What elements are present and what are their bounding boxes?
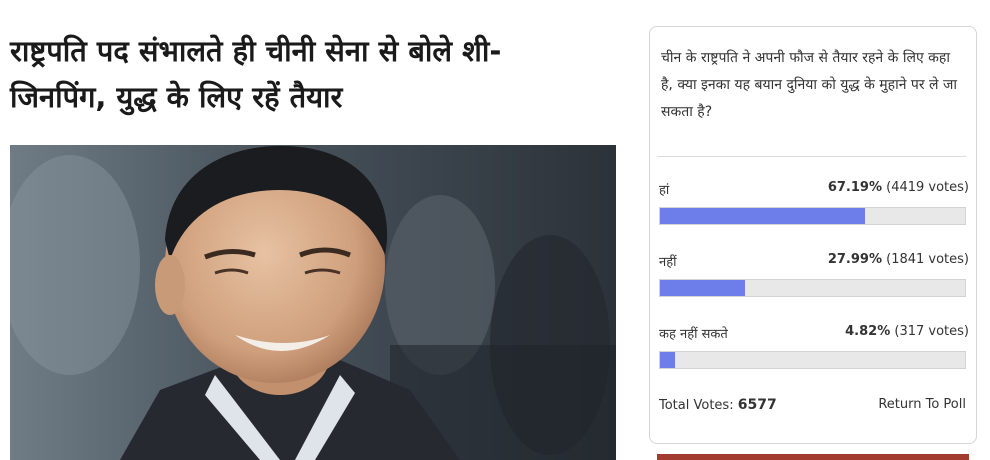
- poll-bar-track: [659, 207, 966, 225]
- article-photo: [10, 145, 616, 460]
- total-votes: Total Votes: 6577: [659, 397, 777, 413]
- headline-line-1: राष्ट्रपति पद संभालते ही चीनी सेना से बो…: [10, 34, 502, 68]
- poll-answer-label: हां: [659, 183, 670, 198]
- poll-footer: Total Votes: 6577 Return To Poll: [659, 395, 966, 417]
- poll-answer-votes: (4419 votes): [886, 180, 969, 195]
- poll-widget: चीन के राष्ट्रपति ने अपनी फौज से तैयार र…: [649, 26, 977, 444]
- total-votes-value: 6577: [737, 397, 777, 413]
- poll-divider: [657, 156, 966, 157]
- poll-answer-stats: 4.82% (317 votes): [845, 324, 969, 339]
- article-headline: राष्ट्रपति पद संभालते ही चीनी सेना से बो…: [10, 28, 610, 120]
- poll-answer-yes: हां 67.19% (4419 votes): [659, 180, 969, 230]
- poll-answer-percent: 27.99%: [827, 252, 882, 267]
- poll-answer-label: कह नहीं सकते: [659, 327, 728, 342]
- poll-bar-fill: [660, 280, 746, 296]
- return-to-poll-link[interactable]: Return To Poll: [878, 397, 966, 412]
- poll-answer-stats: 67.19% (4419 votes): [828, 180, 969, 195]
- headline-line-2: जिनपिंग, युद्ध के लिए रहें तैयार: [10, 80, 343, 114]
- poll-answer-stats: 27.99% (1841 votes): [828, 252, 969, 267]
- poll-answer-votes: (1841 votes): [886, 252, 969, 267]
- poll-bar-fill: [660, 352, 675, 368]
- poll-answer-label: नहीं: [659, 255, 677, 270]
- poll-answer-percent: 4.82%: [845, 324, 891, 339]
- poll-bar-track: [659, 351, 966, 369]
- poll-question: चीन के राष्ट्रपति ने अपनी फौज से तैयार र…: [661, 50, 958, 120]
- accent-strip: [657, 454, 969, 460]
- poll-bar-fill: [660, 208, 865, 224]
- poll-bar-track: [659, 279, 966, 297]
- poll-answer-cant-say: कह नहीं सकते 4.82% (317 votes): [659, 324, 969, 374]
- total-votes-label: Total Votes:: [659, 398, 734, 413]
- poll-answer-votes: (317 votes): [894, 324, 969, 339]
- poll-answer-percent: 67.19%: [827, 180, 882, 195]
- poll-answer-no: नहीं 27.99% (1841 votes): [659, 252, 969, 302]
